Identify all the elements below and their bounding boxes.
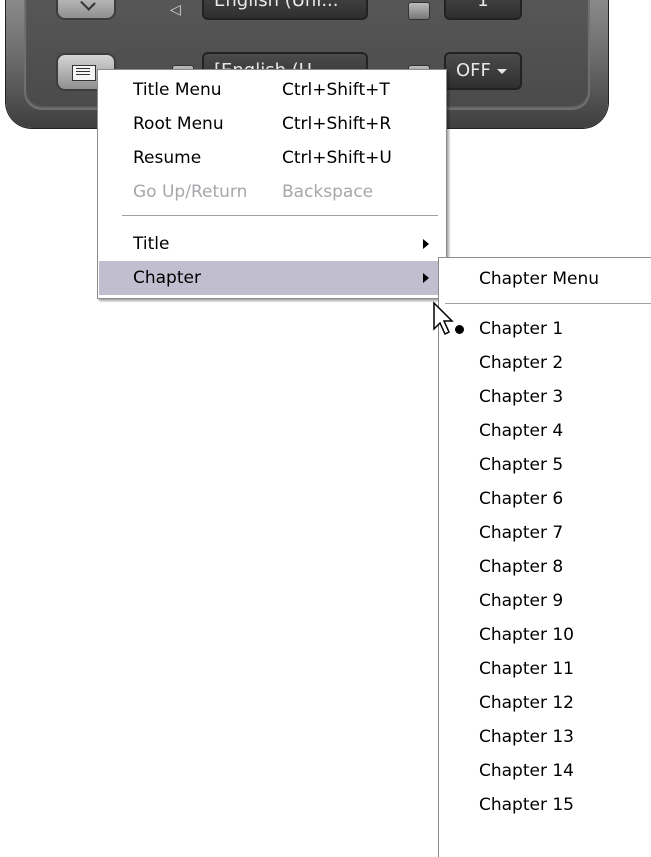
subtitle-toggle-value: OFF — [456, 60, 491, 81]
submenu-item-label: Chapter Menu — [479, 269, 600, 289]
menu-item-label: Root Menu — [133, 114, 224, 134]
menu-item-label: Title — [133, 234, 170, 254]
submenu-item-chapter[interactable]: Chapter 5 — [439, 448, 651, 482]
submenu-item-chapter[interactable]: Chapter 11 — [439, 652, 651, 686]
menu-item-root-menu[interactable]: Root Menu Ctrl+Shift+R — [99, 107, 445, 141]
speaker-icon: ◁ — [170, 2, 181, 18]
submenu-item-label: Chapter 9 — [479, 591, 564, 611]
submenu-item-chapter[interactable]: Chapter 15 — [439, 788, 651, 822]
submenu-item-label: Chapter 6 — [479, 489, 564, 509]
submenu-item-label: Chapter 2 — [479, 353, 564, 373]
submenu-item-label: Chapter 1 — [479, 319, 564, 339]
submenu-item-label: Chapter 5 — [479, 455, 564, 475]
submenu-item-chapter[interactable]: Chapter 2 — [439, 346, 651, 380]
arrow-icon — [80, 0, 96, 11]
submenu-item-label: Chapter 7 — [479, 523, 564, 543]
submenu-item-label: Chapter 8 — [479, 557, 564, 577]
subtitle-toggle-dropdown[interactable]: OFF — [444, 52, 522, 90]
submenu-item-chapter-menu[interactable]: Chapter Menu — [439, 262, 651, 296]
context-menu: Title Menu Ctrl+Shift+T Root Menu Ctrl+S… — [97, 69, 447, 299]
menu-button-icon — [72, 65, 96, 81]
menu-item-shortcut: Ctrl+Shift+R — [282, 114, 392, 134]
chapter-submenu: Chapter Menu Chapter 1 Chapter 2 Chapter 3… — [438, 257, 651, 857]
submenu-item-label: Chapter 11 — [479, 659, 575, 679]
audio-dropdown-value: English (Uni... — [214, 0, 339, 11]
audio-dropdown[interactable]: English (Uni... — [202, 0, 368, 20]
menu-item-shortcut: Backspace — [282, 182, 374, 202]
submenu-item-label: Chapter 12 — [479, 693, 575, 713]
menu-item-label: Resume — [133, 148, 202, 168]
submenu-item-chapter[interactable]: Chapter 14 — [439, 754, 651, 788]
submenu-item-chapter[interactable]: Chapter 8 — [439, 550, 651, 584]
submenu-item-chapter[interactable]: Chapter 13 — [439, 720, 651, 754]
submenu-arrow-icon — [423, 239, 429, 249]
submenu-item-chapter[interactable]: Chapter 6 — [439, 482, 651, 516]
menu-separator — [122, 215, 438, 217]
chevron-down-icon — [496, 68, 507, 74]
submenu-item-chapter[interactable]: Chapter 10 — [439, 618, 651, 652]
menu-item-title-menu[interactable]: Title Menu Ctrl+Shift+T — [99, 73, 445, 107]
menu-item-resume[interactable]: Resume Ctrl+Shift+U — [99, 141, 445, 175]
submenu-item-chapter[interactable]: Chapter 9 — [439, 584, 651, 618]
menu-item-label: Chapter — [133, 268, 201, 288]
submenu-separator — [445, 303, 651, 305]
angle-dropdown[interactable]: 1 — [444, 0, 522, 20]
submenu-item-label: Chapter 15 — [479, 795, 575, 815]
menu-item-chapter-submenu[interactable]: Chapter — [99, 261, 445, 295]
menu-item-title-submenu[interactable]: Title — [99, 227, 445, 261]
angle-dropdown-value: 1 — [477, 0, 489, 11]
menu-item-shortcut: Ctrl+Shift+U — [282, 148, 392, 168]
menu-item-go-up-return: Go Up/Return Backspace — [99, 175, 445, 209]
audio-indicator-icon — [408, 2, 430, 20]
radio-selected-icon — [455, 325, 464, 334]
mouse-cursor-icon — [433, 301, 454, 336]
submenu-item-chapter[interactable]: Chapter 7 — [439, 516, 651, 550]
submenu-item-chapter[interactable]: Chapter 3 — [439, 380, 651, 414]
submenu-item-chapter[interactable]: Chapter 4 — [439, 414, 651, 448]
menu-item-shortcut: Ctrl+Shift+T — [282, 80, 390, 100]
menu-item-label: Go Up/Return — [133, 182, 248, 202]
submenu-item-label: Chapter 4 — [479, 421, 564, 441]
menu-item-label: Title Menu — [133, 80, 222, 100]
submenu-item-label: Chapter 14 — [479, 761, 575, 781]
submenu-arrow-icon — [423, 273, 429, 283]
submenu-item-label: Chapter 13 — [479, 727, 575, 747]
submenu-item-label: Chapter 10 — [479, 625, 575, 645]
navigation-button[interactable] — [56, 0, 116, 20]
submenu-item-label: Chapter 3 — [479, 387, 564, 407]
submenu-item-chapter[interactable]: Chapter 12 — [439, 686, 651, 720]
submenu-item-chapter[interactable]: Chapter 1 — [439, 312, 651, 346]
